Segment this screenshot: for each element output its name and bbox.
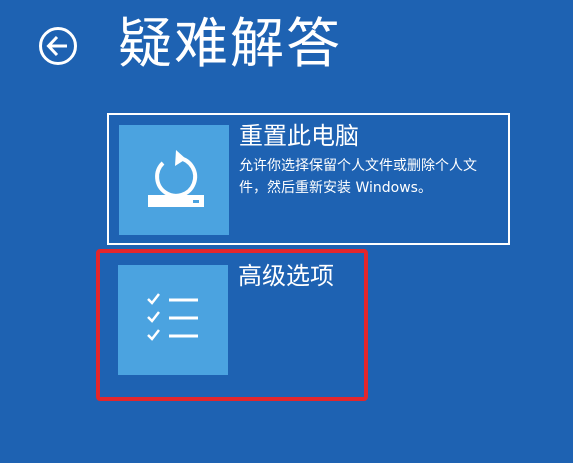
reset-pc-icon — [148, 150, 204, 207]
reset-pc-title: 重置此电脑 — [239, 122, 359, 150]
troubleshoot-screen: 疑难解答 重置此电脑 允许你选择保留个人文件或删除个人文件，然后重新安装 Win… — [0, 0, 573, 463]
page-title: 疑难解答 — [118, 12, 342, 75]
reset-pc-option[interactable]: 重置此电脑 允许你选择保留个人文件或删除个人文件，然后重新安装 Windows。 — [107, 113, 510, 245]
back-button[interactable] — [38, 26, 78, 66]
highlight-box — [96, 249, 368, 401]
reset-pc-tile — [119, 125, 229, 235]
reset-pc-description: 允许你选择保留个人文件或删除个人文件，然后重新安装 Windows。 — [239, 158, 477, 196]
back-arrow-circle-icon — [39, 27, 77, 65]
